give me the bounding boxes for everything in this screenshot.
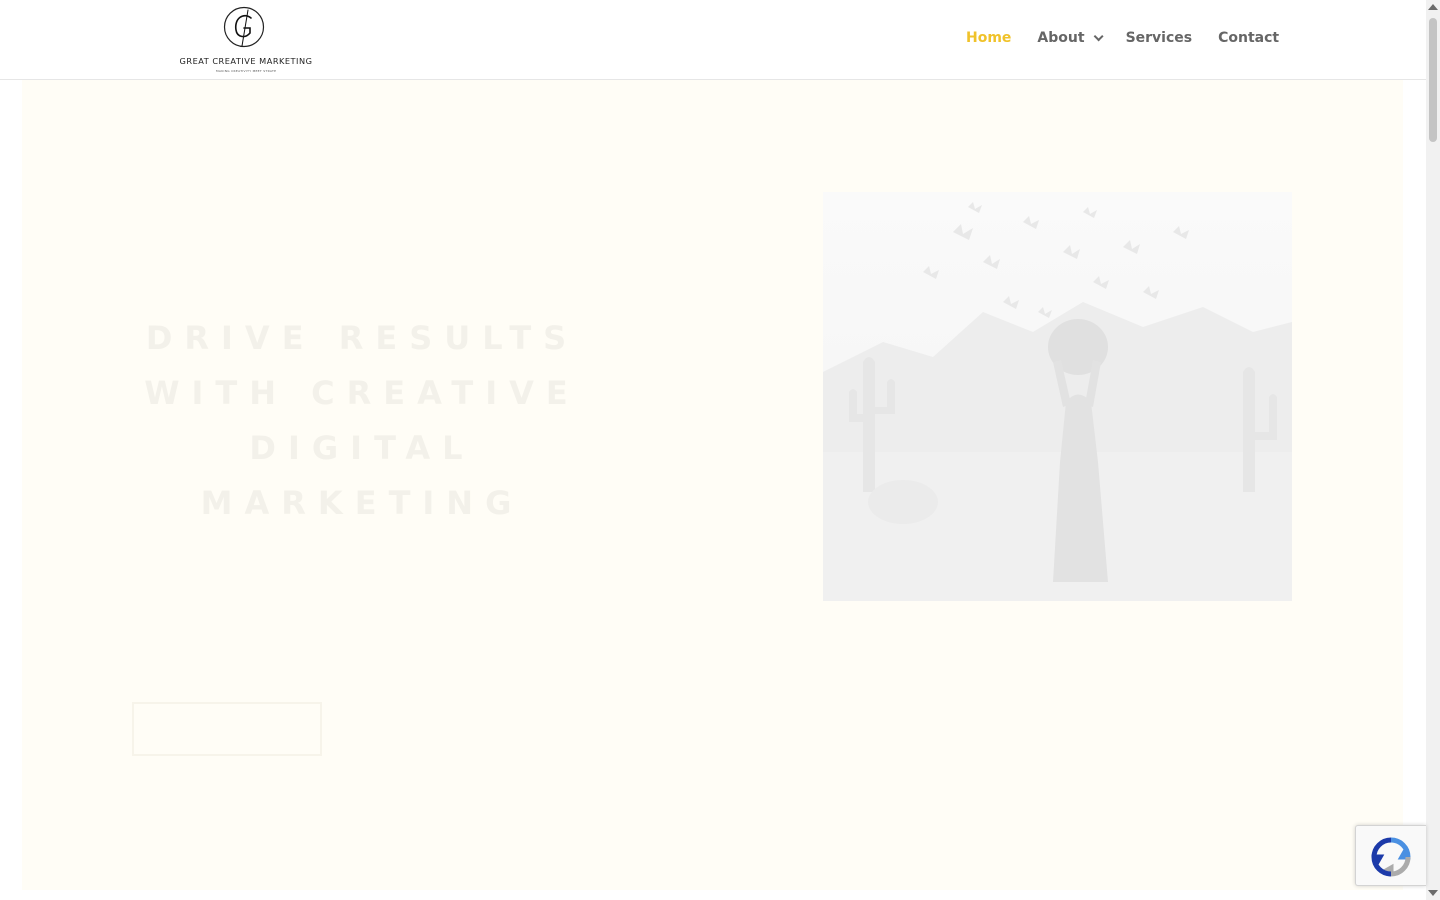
hero-section: DRIVE RESULTS WITH CREATIVE DIGITAL MARK… xyxy=(22,80,1403,890)
nav-services[interactable]: Services xyxy=(1126,30,1193,46)
nav-home[interactable]: Home xyxy=(966,30,1011,46)
scroll-thumb[interactable] xyxy=(1429,18,1437,142)
nav-about[interactable]: About xyxy=(1037,30,1104,46)
desert-woman-illustration xyxy=(823,202,1292,601)
logo-name: GREAT CREATIVE MARKETING xyxy=(179,56,313,66)
site-header: GREAT CREATIVE MARKETING MAKING CREATIVI… xyxy=(0,0,1426,80)
logo-g-icon xyxy=(223,6,265,48)
nav-about-label: About xyxy=(1037,30,1085,46)
main-nav: Home About Services Contact xyxy=(966,30,1305,46)
scroll-up-arrow-icon[interactable] xyxy=(1428,4,1438,10)
recaptcha-logo-icon xyxy=(1371,837,1411,877)
scroll-down-arrow-icon[interactable] xyxy=(1428,890,1438,896)
hero-image xyxy=(823,192,1292,601)
nav-contact[interactable]: Contact xyxy=(1218,30,1279,46)
hero-heading: DRIVE RESULTS WITH CREATIVE DIGITAL MARK… xyxy=(144,319,580,523)
logo-tagline: MAKING CREATIVITY MEET STRATEGY xyxy=(216,69,276,73)
chevron-down-icon xyxy=(1093,30,1104,41)
page-scrollbar[interactable] xyxy=(1426,0,1440,900)
recaptcha-badge[interactable] xyxy=(1355,825,1426,886)
hero-cta-button[interactable] xyxy=(132,702,322,756)
site-logo[interactable]: GREAT CREATIVE MARKETING MAKING CREATIVI… xyxy=(178,6,314,74)
